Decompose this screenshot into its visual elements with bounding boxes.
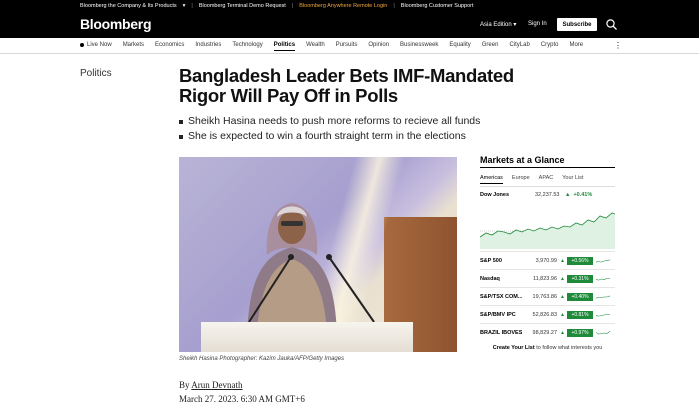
index-value: 32,237.53 <box>535 192 560 198</box>
publish-date: March 27, 2023, 6:30 AM GMT+6 <box>179 394 305 402</box>
market-row[interactable]: S&P 500 3,970.99 ▲ +0.56% <box>480 251 615 269</box>
up-arrow-icon: ▲ <box>560 329 565 336</box>
sparkline-chart <box>596 277 610 280</box>
bloomberg-logo[interactable]: Bloomberg <box>80 16 152 32</box>
market-row[interactable]: S&P/BMV IPC 52,826.83 ▲ +0.81% <box>480 305 615 323</box>
chevron-down-icon: ▾ <box>513 22 517 28</box>
article-summary: Sheikh Hasina needs to push more reforms… <box>179 114 480 144</box>
more-vertical-icon[interactable]: ⋮ <box>614 41 622 50</box>
index-name: BRAZIL IBOVES... <box>480 329 522 336</box>
index-name: S&P/BMV IPC <box>480 311 516 318</box>
edition-label: Asia Edition <box>480 22 512 28</box>
sparkline-chart <box>596 330 610 334</box>
anywhere-login-link[interactable]: Bloomberg Anywhere Remote Login <box>299 3 387 9</box>
article-headline: Bangladesh Leader Bets IMF-Mandated Rigo… <box>179 65 514 106</box>
nav-item-pursuits[interactable]: Pursuits <box>336 42 358 51</box>
nav-item-live-now[interactable]: Live Now <box>87 42 112 51</box>
tab-americas[interactable]: Americas <box>480 175 503 184</box>
create-list-prompt[interactable]: Create Your List to follow what interest… <box>480 345 615 351</box>
index-value: 52,826.83 <box>532 311 557 318</box>
tab-europe[interactable]: Europe <box>512 175 530 184</box>
sparkline-chart <box>596 295 610 298</box>
nav-item-equality[interactable]: Equality <box>449 42 470 51</box>
up-arrow-icon: ▲ <box>560 275 565 282</box>
up-arrow-icon: ▲ <box>560 311 565 318</box>
up-arrow-icon: ▲ <box>560 293 565 300</box>
dow-jones-panel[interactable]: Dow Jones 32,237.53 ▲ +0.41% <box>480 189 615 251</box>
sparkline-chart <box>596 313 610 316</box>
main-nav: Live Now Markets Economics Industries Techno… <box>0 38 699 54</box>
market-row[interactable]: BRAZIL IBOVES... 98,829.27▲+0.97% <box>480 323 615 341</box>
nav-item-businessweek[interactable]: Businessweek <box>400 42 438 51</box>
terminal-demo-link[interactable]: Bloomberg Terminal Demo Request <box>199 3 286 9</box>
index-value: 3,970.99 <box>535 257 557 264</box>
change-badge: +0.40% <box>567 292 593 301</box>
chevron-down-icon: ▾ <box>182 3 186 9</box>
up-arrow-icon: ▲ <box>565 192 571 198</box>
byline: By Arun Devnath <box>179 380 243 390</box>
photo-caption: Sheikh Hasina Photographer: Kazim Jauka/… <box>179 356 345 362</box>
summary-bullet: She is expected to win a fourth straight… <box>179 129 480 144</box>
site-header: Bloomberg Asia Edition ▾ Sign In Subscri… <box>0 12 699 38</box>
create-list-link[interactable]: Create Your List <box>493 345 535 351</box>
markets-tabs: Americas Europe APAC Your List <box>480 175 615 187</box>
podium <box>201 322 413 352</box>
index-change: +0.41% <box>573 192 593 198</box>
live-dot-icon <box>80 43 84 47</box>
section-label[interactable]: Politics <box>80 68 112 79</box>
nav-item-industries[interactable]: Industries <box>195 42 221 51</box>
divider: | <box>291 3 294 9</box>
index-name: Dow Jones <box>480 192 510 198</box>
markets-list: S&P 500 3,970.99 ▲ +0.56% Nasdaq 11,823.96 ▲ +0… <box>480 251 615 341</box>
divider: | <box>393 3 395 9</box>
search-icon[interactable] <box>605 18 618 31</box>
change-badge: +0.31% <box>567 274 593 283</box>
nav-item-wealth[interactable]: Wealth <box>306 42 325 51</box>
index-value: 19,763.86 <box>532 293 557 300</box>
index-name: Nasdaq <box>480 275 500 282</box>
up-arrow-icon: ▲ <box>560 257 565 264</box>
top-utility-bar: Bloomberg the Company & Its Products ▾ |… <box>0 0 699 12</box>
nav-items: Live Now Markets Economics Industries Techno… <box>87 42 583 51</box>
nav-item-politics[interactable]: Politics <box>273 42 296 51</box>
tab-your-list[interactable]: Your List <box>562 175 583 184</box>
markets-title[interactable]: Markets at a Glance <box>480 155 615 168</box>
company-products-link[interactable]: Bloomberg the Company & Its Products <box>80 3 177 9</box>
nav-item-opinion[interactable]: Opinion <box>368 42 389 51</box>
nav-item-citylab[interactable]: CityLab <box>509 42 529 51</box>
nav-item-crypto[interactable]: Crypto <box>541 42 559 51</box>
nav-item-more[interactable]: More <box>569 42 583 51</box>
index-name: S&P 500 <box>480 257 502 264</box>
change-badge: +0.56% <box>567 256 593 265</box>
markets-widget: Markets at a Glance Americas Europe APAC Yo… <box>480 155 615 351</box>
tab-apac[interactable]: APAC <box>539 175 554 184</box>
divider: | <box>191 3 193 9</box>
create-list-text: to follow what interests you <box>536 345 603 351</box>
index-value: 11,823.96 <box>532 275 557 282</box>
market-row[interactable]: Nasdaq 11,823.96 ▲ +0.31% <box>480 269 615 287</box>
summary-bullet: Sheikh Hasina needs to push more reforms… <box>179 114 480 129</box>
nav-item-technology[interactable]: Technology <box>232 42 262 51</box>
index-name: S&P/TSX COM... <box>480 293 522 300</box>
edition-selector[interactable]: Asia Edition ▾ <box>480 21 516 28</box>
customer-support-link[interactable]: Bloomberg Customer Support <box>401 3 474 9</box>
index-value: 98,829.27 <box>532 329 557 336</box>
byline-prefix: By <box>179 380 190 390</box>
article-photo <box>179 157 457 352</box>
subscribe-button[interactable]: Subscribe <box>557 18 597 31</box>
change-badge: +0.97% <box>567 328 593 337</box>
nav-item-green[interactable]: Green <box>482 42 499 51</box>
market-row[interactable]: S&P/TSX COM... 19,763.86 ▲ +0.40% <box>480 287 615 305</box>
sign-in-link[interactable]: Sign In <box>528 21 547 27</box>
author-link[interactable]: Arun Devnath <box>191 380 242 390</box>
dow-sparkline-chart <box>480 212 615 249</box>
nav-item-markets[interactable]: Markets <box>123 42 144 51</box>
sparkline-chart <box>596 259 610 262</box>
nav-item-economics[interactable]: Economics <box>155 42 184 51</box>
change-badge: +0.81% <box>567 310 593 319</box>
